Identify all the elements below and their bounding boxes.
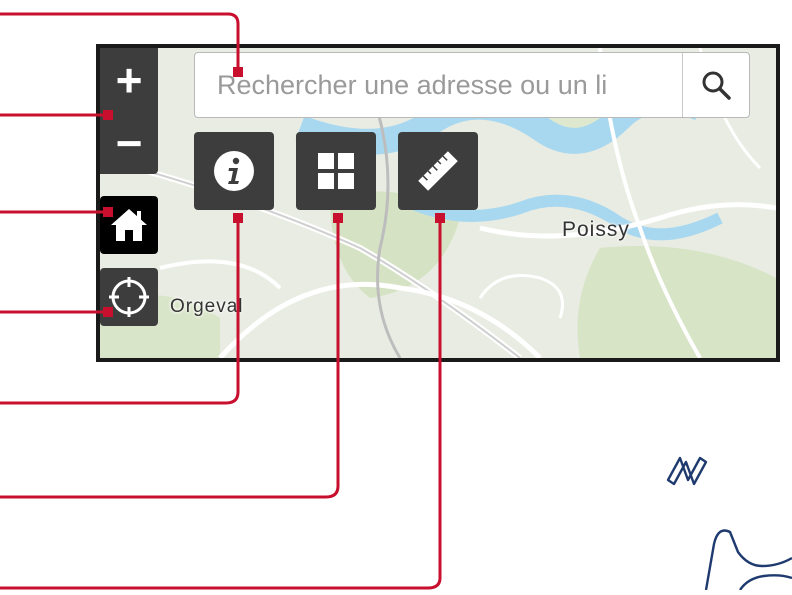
map-label-orgeval: Orgeval [170, 296, 244, 317]
locate-button[interactable] [100, 268, 158, 326]
map-label-poissy: Poissy [562, 218, 630, 241]
zoom-in-button[interactable]: + [100, 48, 158, 111]
zoom-control: + − [100, 48, 158, 174]
search-input[interactable] [195, 53, 682, 117]
info-button[interactable] [194, 132, 274, 210]
compass-decoration: N [640, 440, 792, 595]
measure-button[interactable] [398, 132, 478, 210]
crosshair-icon [109, 277, 149, 317]
ruler-icon [418, 151, 458, 191]
search-icon [702, 71, 731, 100]
search-bar [194, 52, 750, 118]
basemap-gallery-button[interactable] [296, 132, 376, 210]
grid-icon [318, 153, 354, 189]
info-icon [214, 151, 254, 191]
zoom-out-button[interactable]: − [100, 111, 158, 174]
compass-icon [666, 456, 792, 591]
home-button[interactable] [100, 196, 158, 254]
search-button[interactable] [682, 53, 749, 117]
home-icon [111, 209, 147, 241]
